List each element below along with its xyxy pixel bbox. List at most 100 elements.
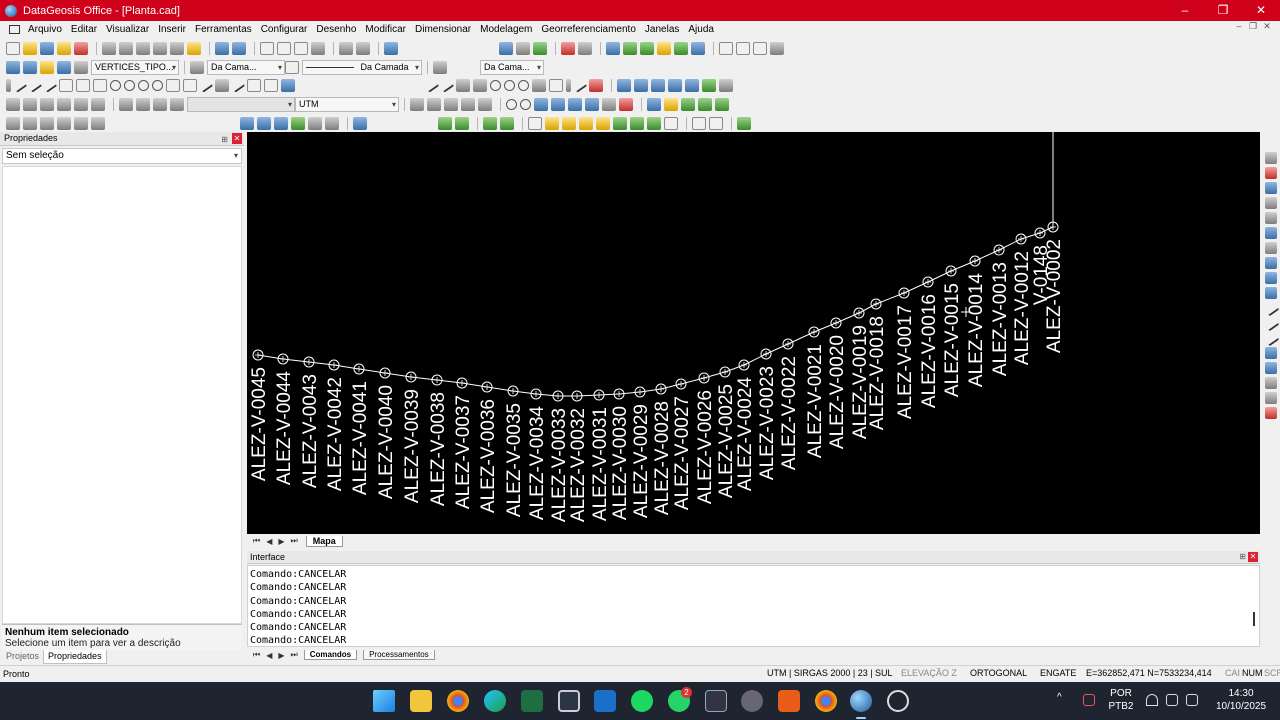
menu-editar[interactable]: Editar [71, 24, 97, 35]
vertex-marker[interactable] [379, 367, 391, 379]
script-icon[interactable] [692, 117, 706, 130]
vertex-label[interactable]: ALEZ-V-0042 [325, 377, 346, 491]
node-add-icon[interactable] [40, 98, 54, 111]
chamfer-icon[interactable] [1265, 362, 1277, 374]
vertex-label[interactable]: ALEZ-V-0012 [1012, 251, 1033, 365]
vertex-label[interactable]: ALEZ-V-0040 [376, 385, 397, 499]
vertex-marker[interactable] [898, 287, 910, 299]
paste-icon[interactable] [136, 42, 150, 55]
layer-add-icon[interactable] [681, 98, 695, 111]
pencil-yellow-icon[interactable] [562, 117, 576, 130]
join-icon[interactable] [1265, 347, 1277, 359]
vertex-marker[interactable] [252, 349, 264, 361]
zoom-previous-icon[interactable] [685, 79, 699, 92]
vertex-label[interactable]: ALEZ-V-0029 [631, 404, 652, 518]
window-tile-icon[interactable] [736, 42, 750, 55]
block-edit-icon[interactable] [461, 98, 475, 111]
vertex-label[interactable]: ALEZ-V-0033 [549, 408, 570, 522]
snap-tangent-icon[interactable] [518, 80, 529, 91]
datageosis-taskbar-icon[interactable] [850, 690, 872, 712]
print-icon[interactable] [339, 42, 353, 55]
selection-dropdown[interactable]: Sem seleção ▾ [2, 148, 242, 164]
menu-georreferenciamento[interactable]: Georreferenciamento [541, 24, 636, 35]
select-icon[interactable] [119, 98, 133, 111]
table-edit-icon[interactable] [308, 117, 322, 130]
trim-icon[interactable] [602, 98, 616, 111]
layers-icon[interactable] [674, 42, 688, 55]
circle-icon[interactable] [110, 80, 121, 91]
open-folder-icon[interactable] [23, 42, 37, 55]
move-icon[interactable] [170, 98, 184, 111]
line-color-combo[interactable]: Da Cama... ▾ [207, 60, 285, 75]
vertex-label[interactable]: ALEZ-V-0031 [590, 407, 611, 521]
vertex-marker[interactable] [808, 326, 820, 338]
truck-icon[interactable] [274, 117, 288, 130]
chrome-profile-icon[interactable] [815, 690, 837, 712]
minimize-button[interactable]: – [1166, 0, 1204, 21]
layer-stack-icon[interactable] [57, 61, 71, 74]
vertex-label[interactable]: ALEZ-V-0045 [249, 367, 270, 481]
vehicle-icon[interactable] [240, 117, 254, 130]
explode-icon[interactable] [1265, 392, 1277, 404]
menu-visualizar[interactable]: Visualizar [106, 24, 149, 35]
node-grid-icon[interactable] [57, 98, 71, 111]
mdi-close-button[interactable]: ✕ [1260, 21, 1274, 32]
vertex-label[interactable]: ALEZ-V-0018 [867, 316, 888, 430]
vertex-label[interactable]: ALEZ-V-0024 [735, 377, 756, 491]
file-explorer-icon[interactable] [410, 690, 432, 712]
undo-icon[interactable] [215, 42, 229, 55]
brush-icon[interactable] [187, 42, 201, 55]
vertex-label[interactable]: ALEZ-V-0043 [300, 374, 321, 488]
node-move-icon[interactable] [23, 98, 37, 111]
tab-projetos[interactable]: Projetos [2, 650, 43, 664]
chevron-up-icon[interactable]: ^ [1057, 692, 1069, 704]
vertex-label[interactable]: ALEZ-V-0037 [453, 395, 474, 509]
status-crs[interactable]: UTM | SIRGAS 2000 | 23 | SUL [767, 668, 893, 678]
vertex-marker[interactable] [945, 265, 957, 277]
vertex-marker[interactable] [969, 255, 981, 267]
vertex-marker[interactable] [993, 244, 1005, 256]
monitor-icon[interactable] [606, 42, 620, 55]
layer-manager-icon[interactable] [6, 61, 20, 74]
vertex-marker[interactable] [870, 298, 882, 310]
snap-perpendicular-icon[interactable] [532, 79, 546, 92]
vehicle-route-icon[interactable] [257, 117, 271, 130]
align-icon[interactable] [568, 98, 582, 111]
pan-icon[interactable] [719, 79, 733, 92]
shp-export-icon[interactable] [455, 117, 469, 130]
projection-combo[interactable]: UTM ▾ [295, 97, 399, 112]
zoom-window-icon[interactable] [617, 79, 631, 92]
vertex-marker[interactable] [675, 378, 687, 390]
grid-icon[interactable] [281, 79, 295, 92]
scale-icon[interactable] [1265, 287, 1277, 299]
projection-settings-icon[interactable] [410, 98, 424, 111]
pin-icon[interactable]: ⊞ [221, 133, 228, 146]
window-cascade-icon[interactable] [719, 42, 733, 55]
spline-icon[interactable] [93, 79, 107, 92]
vertex-label[interactable]: ALEZ-V-0039 [402, 389, 423, 503]
vertex-label[interactable]: ALEZ-V-0044 [274, 371, 295, 485]
tab-processamentos[interactable]: Processamentos [363, 650, 435, 660]
help-icon[interactable] [384, 42, 398, 55]
vertex-marker[interactable] [698, 372, 710, 384]
vertex-marker[interactable] [719, 366, 731, 378]
mdi-restore-button[interactable]: ❐ [1246, 21, 1260, 32]
print-preview-icon[interactable] [356, 42, 370, 55]
break-icon[interactable] [1262, 329, 1280, 347]
target-icon[interactable] [520, 99, 531, 110]
close-button[interactable]: ✕ [1242, 0, 1280, 21]
layer-merge-icon[interactable] [698, 98, 712, 111]
snap-intersection-icon[interactable] [456, 79, 470, 92]
snap-center-icon[interactable] [490, 80, 501, 91]
block-icon[interactable] [427, 98, 441, 111]
vertex-label[interactable]: ALEZ-V-0030 [610, 406, 631, 520]
list-icon[interactable] [691, 42, 705, 55]
vertex-label[interactable]: ALEZ-V-0015 [942, 283, 963, 397]
first-tab-icon[interactable]: ⏮ [253, 650, 260, 660]
table-icon[interactable] [499, 42, 513, 55]
edge-icon[interactable] [484, 690, 506, 712]
snap-node-icon[interactable] [566, 79, 571, 92]
close-x-icon[interactable] [325, 117, 339, 130]
snap-nearest-icon[interactable] [572, 78, 588, 93]
flag-icon[interactable] [579, 117, 593, 130]
